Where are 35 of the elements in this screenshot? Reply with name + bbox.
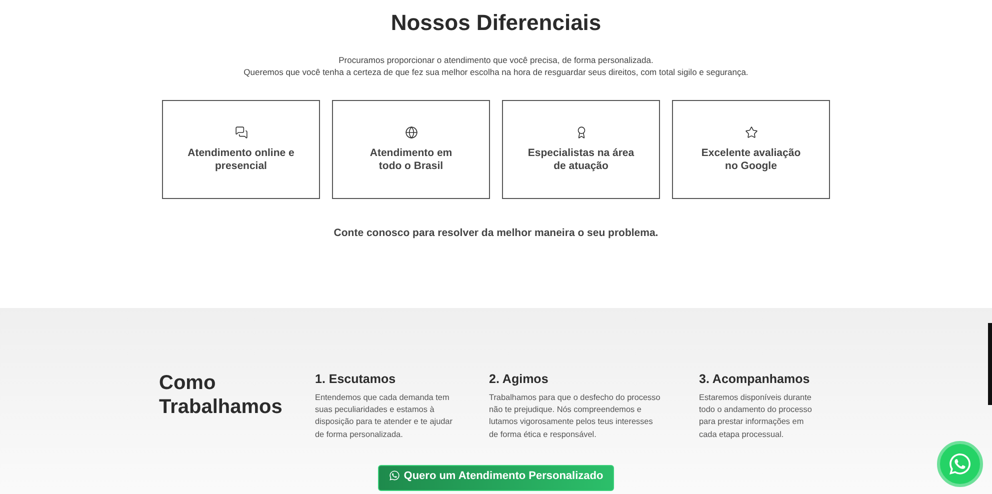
step-text: todo o andamento do processo: [699, 404, 813, 416]
intro-text: Queremos que você tenha a certeza de que fez sua melhor escolha na hora de resguardar seus direitos, com total sigilo e segurança.: [244, 66, 748, 78]
step-title: 2. Agimos: [489, 371, 550, 387]
card-label: no Google: [725, 160, 777, 173]
step-text: suas peculiaridades e estamos à: [315, 404, 436, 416]
cta-button[interactable]: Quero um Atendimento Personalizado: [378, 464, 614, 491]
card-label: Atendimento online e: [188, 147, 294, 160]
intro-text: Procuramos proporcionar o atendimento que você precisa, de forma personalizada.: [338, 54, 654, 66]
card-label: todo o Brasil: [378, 160, 444, 173]
step-text: Trabalhamos para que o desfecho do processo: [489, 392, 662, 404]
step-text: não te prejudique. Nós compreendemos e: [489, 404, 642, 416]
step-text: Estaremos disponíveis durante: [699, 392, 812, 404]
card-label: de atuação: [554, 160, 608, 173]
whatsapp-icon: [948, 452, 972, 476]
closing-text: Conte conosco para resolver da melhor maneira o seu problema.: [334, 226, 658, 241]
step-text: de forma personalizada.: [315, 428, 404, 441]
section-title: Trabalhamos: [159, 395, 284, 419]
step-title: 3. Acompanhamos: [699, 371, 811, 387]
card-label: Especialistas na área: [528, 147, 634, 160]
step-text: Entendemos que cada demanda tem: [315, 392, 450, 404]
chat-bubbles-icon: [234, 126, 248, 139]
whatsapp-icon: [388, 470, 400, 482]
star-icon: [744, 126, 758, 139]
section-title: Como: [159, 371, 217, 395]
globe-icon: [404, 126, 418, 139]
step-text: para prestar informações em: [699, 416, 805, 428]
step-text: de forma ética e responsável.: [489, 428, 598, 441]
section-title: Nossos Diferenciais: [390, 9, 602, 37]
step-text: cada etapa processual.: [699, 428, 785, 441]
step-text: lutamos vigorosamente pelos teus interesses: [489, 416, 654, 428]
card-label: Excelente avaliação: [701, 147, 801, 160]
step-text: disposição para te atender e te ajudar: [315, 416, 454, 428]
card-label: Atendimento em: [370, 147, 452, 160]
card-label: presencial: [215, 160, 267, 173]
step-title: 1. Escutamos: [315, 371, 397, 387]
